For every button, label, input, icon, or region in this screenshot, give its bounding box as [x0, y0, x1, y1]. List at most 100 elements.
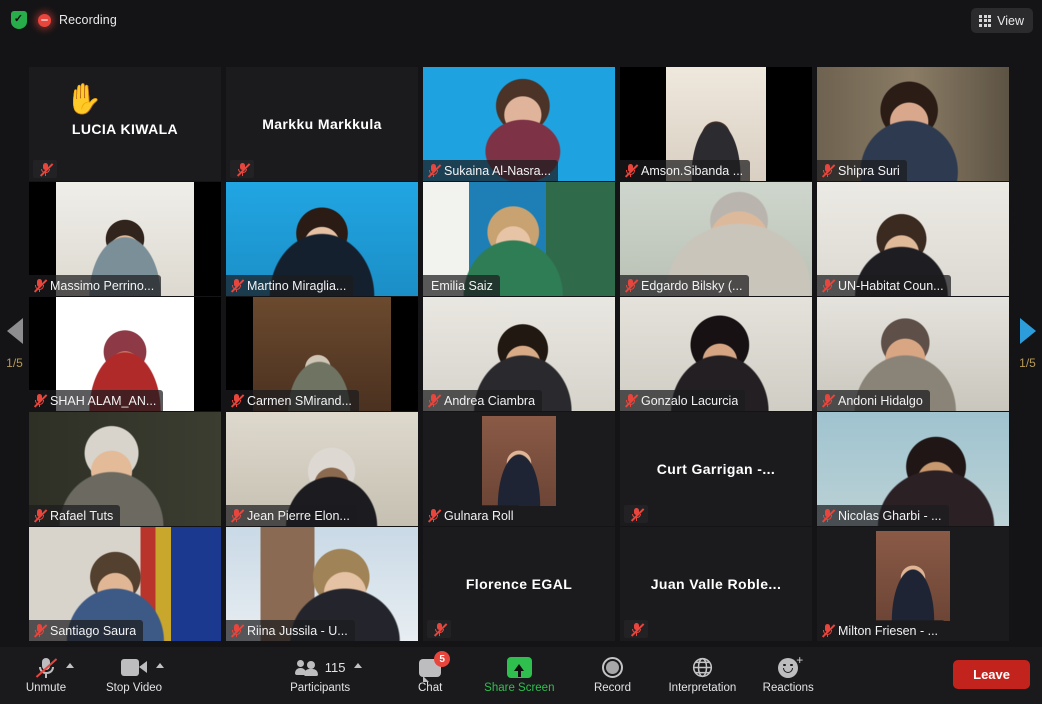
participant-name-bar: Shipra Suri [817, 160, 907, 181]
share-screen-label: Share Screen [484, 682, 555, 694]
recording-label: Recording [59, 13, 117, 27]
participant-name: Sukaina Al-Nasra... [444, 163, 551, 178]
microphone-muted-icon [821, 278, 836, 293]
record-button[interactable]: Record [586, 651, 638, 700]
participant-tile[interactable]: Shipra Suri [817, 67, 1009, 181]
participant-name: UN-Habitat Coun... [838, 278, 944, 293]
people-icon: 115 [294, 655, 346, 680]
avatar [482, 416, 556, 506]
participant-name-centered: Curt Garrigan -... [656, 461, 776, 477]
participant-tile[interactable]: Massimo Perrino... [29, 182, 221, 296]
participant-tile[interactable]: Florence EGAL [423, 527, 615, 641]
participant-name-bar: Milton Friesen - ... [817, 620, 946, 641]
camera-icon [121, 655, 148, 680]
participant-tile[interactable]: Riina Jussila - U... [226, 527, 418, 641]
chat-button[interactable]: Chat 5 [404, 651, 456, 700]
participant-tile[interactable]: Gulnara Roll [423, 412, 615, 526]
participant-name: Amson.Sibanda ... [641, 163, 744, 178]
avatar [876, 531, 950, 621]
participant-tile[interactable]: Markku Markkula [226, 67, 418, 181]
participant-name: Shipra Suri [838, 163, 900, 178]
recording-dot-icon [38, 13, 51, 27]
view-button[interactable]: View [971, 8, 1033, 33]
participant-tile[interactable]: Emilia Saiz [423, 182, 615, 296]
participant-tile[interactable]: Amson.Sibanda ... [620, 67, 812, 181]
video-gallery: 1/5 1/5 ✋ LUCIA KIWALA Markku Markkula Suka… [0, 40, 1042, 647]
participant-name: Martino Miraglia... [247, 278, 347, 293]
smiley-plus-icon: + [778, 654, 803, 680]
participant-name-bar: Massimo Perrino... [29, 275, 162, 296]
participant-tile[interactable]: Curt Garrigan -... [620, 412, 812, 526]
participant-name-bar: Carmen SMirand... [226, 390, 359, 411]
globe-icon [691, 655, 714, 680]
participant-tile[interactable]: Rafael Tuts [29, 412, 221, 526]
chat-label: Chat [418, 682, 443, 694]
stop-video-label: Stop Video [106, 682, 163, 694]
interpretation-button[interactable]: Interpretation [668, 651, 736, 700]
participant-name-bar: Gulnara Roll [423, 505, 521, 526]
participant-name: Andrea Ciambra [444, 393, 536, 408]
reactions-button[interactable]: + Reactions [762, 651, 814, 700]
participant-name: Nicolas Gharbi - ... [838, 508, 942, 523]
meeting-controls-toolbar: Unmute Stop Video 115 Participants Chat … [0, 647, 1042, 704]
participant-name: Rafael Tuts [50, 508, 114, 523]
unmute-button[interactable]: Unmute [20, 651, 74, 700]
microphone-muted-icon [624, 163, 639, 178]
microphone-muted-icon [821, 623, 836, 638]
view-button-label: View [997, 13, 1024, 28]
shield-check-icon[interactable]: ✓ [9, 10, 28, 31]
share-screen-icon [506, 655, 532, 680]
record-circle-icon [601, 655, 623, 680]
microphone-muted-icon [624, 278, 639, 293]
microphone-muted-icon [427, 393, 442, 408]
participant-tile[interactable]: Edgardo Bilsky (... [620, 182, 812, 296]
participant-name: Riina Jussila - U... [247, 623, 348, 638]
share-screen-button[interactable]: Share Screen [484, 651, 554, 700]
participant-tile[interactable]: Juan Valle Roble... [620, 527, 812, 641]
participant-name: Gulnara Roll [444, 508, 514, 523]
microphone-muted-icon [230, 623, 245, 638]
participant-name-bar: Nicolas Gharbi - ... [817, 505, 949, 526]
stop-video-button[interactable]: Stop Video [106, 651, 165, 700]
leave-button[interactable]: Leave [953, 660, 1030, 689]
microphone-muted-icon [230, 508, 245, 523]
unmute-label: Unmute [25, 682, 67, 694]
participant-tile[interactable]: Sukaina Al-Nasra... [423, 67, 615, 181]
recording-indicator[interactable]: Recording [38, 13, 117, 27]
microphone-muted-icon [427, 508, 442, 523]
participant-name-bar: Emilia Saiz [423, 275, 500, 296]
next-page-button[interactable]: 1/5 [1013, 40, 1042, 647]
microphone-muted-icon [230, 393, 245, 408]
participant-tile[interactable]: Andrea Ciambra [423, 297, 615, 411]
participant-name-centered: Florence EGAL [465, 576, 573, 592]
participant-tile[interactable]: Milton Friesen - ... [817, 527, 1009, 641]
participant-tile[interactable]: Martino Miraglia... [226, 182, 418, 296]
participant-tile[interactable]: UN-Habitat Coun... [817, 182, 1009, 296]
participant-tile[interactable]: Andoni Hidalgo [817, 297, 1009, 411]
reactions-label: Reactions [762, 682, 814, 694]
participant-name-bar: Riina Jussila - U... [226, 620, 355, 641]
previous-page-button[interactable]: 1/5 [0, 40, 29, 647]
participant-tile[interactable]: Carmen SMirand... [226, 297, 418, 411]
participant-tile[interactable]: ✋ LUCIA KIWALA [29, 67, 221, 181]
participant-name: Massimo Perrino... [50, 278, 155, 293]
participants-count: 115 [324, 660, 346, 675]
video-options-caret-icon[interactable] [156, 663, 165, 668]
participant-tile[interactable]: Gonzalo Lacurcia [620, 297, 812, 411]
interpretation-label: Interpretation [668, 682, 737, 694]
participant-tile[interactable]: Jean Pierre Elon... [226, 412, 418, 526]
participants-button[interactable]: 115 Participants [290, 651, 363, 700]
microphone-muted-icon [821, 508, 836, 523]
participant-name: SHAH ALAM_AN... [50, 393, 157, 408]
participants-options-caret-icon[interactable] [354, 663, 363, 668]
microphone-muted-icon [427, 620, 451, 638]
participant-tile[interactable]: Santiago Saura [29, 527, 221, 641]
audio-options-caret-icon[interactable] [66, 663, 74, 668]
participant-tile[interactable]: Nicolas Gharbi - ... [817, 412, 1009, 526]
participant-tile[interactable]: SHAH ALAM_AN... [29, 297, 221, 411]
meeting-top-bar: ✓ Recording View [0, 0, 1042, 40]
microphone-muted-icon [33, 278, 48, 293]
participant-name-centered: LUCIA KIWALA [71, 121, 179, 137]
microphone-muted-icon [624, 620, 648, 638]
microphone-muted-icon [821, 393, 836, 408]
